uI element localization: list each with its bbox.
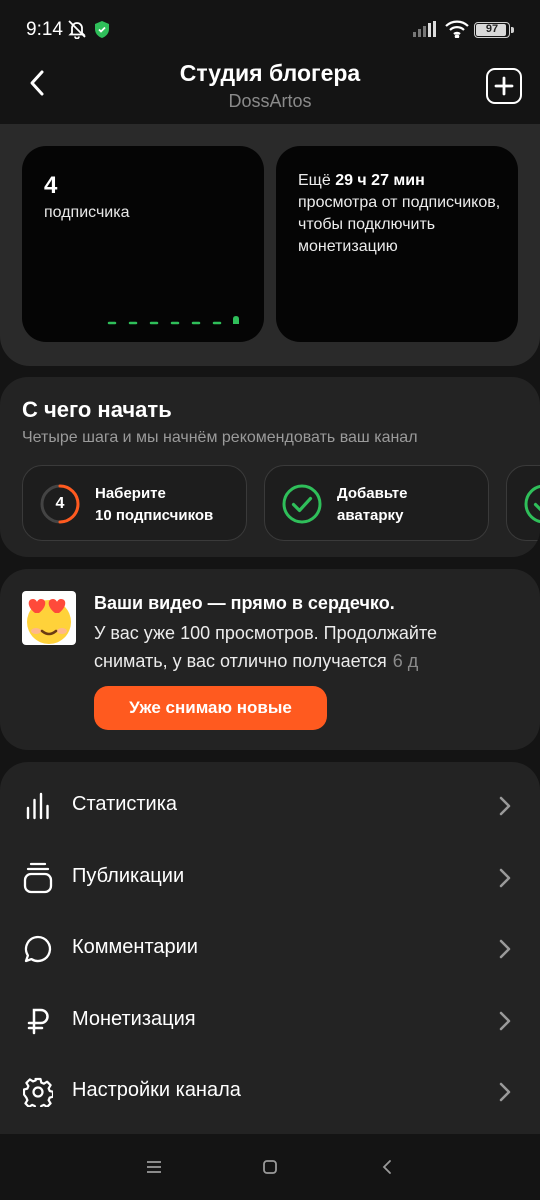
channel-name: DossArtos <box>228 91 312 111</box>
shield-icon <box>94 21 110 43</box>
subscribers-count: 4 <box>44 172 58 199</box>
menu-label: Публикации <box>72 865 185 887</box>
check-circle-icon <box>282 484 322 524</box>
step-label-line1: Наберите <box>95 485 166 502</box>
menu-label: Монетизация <box>72 1008 196 1030</box>
status-time: 9:14 <box>26 19 63 40</box>
monetization-remaining: 29 ч 27 мин <box>335 172 425 189</box>
page-title: Студия блогера <box>179 60 361 86</box>
comment-icon <box>22 933 54 965</box>
menu-item-publications[interactable]: Публикации <box>0 843 540 913</box>
monetization-suffix: просмотра от подписчиков, чтобы подключи… <box>298 194 501 255</box>
back-nav-icon[interactable] <box>382 1159 392 1175</box>
system-nav-bar <box>0 1134 540 1200</box>
step-label: Добавьте аватарку <box>337 483 407 527</box>
top-bar: Студия блогера DossArtos <box>0 58 540 124</box>
menu-label: Статистика <box>72 793 178 815</box>
step-label-line1: Добавьте <box>337 485 408 502</box>
monetization-card[interactable]: Ещё 29 ч 27 мин просмотра от подписчиков… <box>276 146 518 342</box>
subscribers-sparkline <box>107 316 239 325</box>
start-filming-button[interactable]: Уже снимаю новые <box>94 686 327 730</box>
bar-chart-icon <box>22 790 54 822</box>
step-badge: 4 <box>55 495 65 512</box>
step-card-subscribers[interactable]: 4 Наберите 10 подписчиков <box>22 465 247 541</box>
chevron-right-icon <box>499 796 511 816</box>
step-label-line2: 10 подписчиков <box>95 507 214 524</box>
stack-icon <box>22 862 54 894</box>
gear-icon <box>22 1076 54 1108</box>
notification-text: У вас уже 100 просмотров. Продолжайте сн… <box>94 623 438 671</box>
chevron-right-icon <box>499 868 511 888</box>
section-subtitle: Четыре шага и мы начнём рекомендовать ва… <box>22 429 418 446</box>
plus-icon <box>494 76 514 96</box>
menu-label: Комментарии <box>72 936 198 958</box>
battery-level: 97 <box>485 23 499 35</box>
battery-icon: 97 <box>474 22 514 38</box>
menu-item-channel-settings[interactable]: Настройки канала <box>0 1057 540 1127</box>
menu-item-statistics[interactable]: Статистика <box>0 771 540 841</box>
getting-started-section: С чего начать Четыре шага и мы начнём ре… <box>0 377 540 557</box>
chevron-right-icon <box>499 939 511 959</box>
add-button[interactable] <box>486 68 522 104</box>
signal-icon <box>413 21 437 42</box>
step-label-line2: аватарку <box>337 507 404 524</box>
step-card-avatar[interactable]: Добавьте аватарку <box>264 465 489 541</box>
stats-panel: 4 подписчика Ещё 29 ч 27 мин просмотра о… <box>0 124 540 366</box>
wifi-icon <box>445 20 469 43</box>
notification-body: У вас уже 100 просмотров. Продолжайте сн… <box>94 619 514 675</box>
menu-item-monetization[interactable]: Монетизация <box>0 986 540 1056</box>
monetization-text: Ещё 29 ч 27 мин просмотра от подписчиков… <box>298 170 502 258</box>
step-card-next[interactable] <box>506 465 540 541</box>
check-circle-icon <box>524 484 540 524</box>
step-label: Наберите 10 подписчиков <box>95 483 213 527</box>
notification-card: Ваши видео — прямо в сердечко. У вас уже… <box>0 569 540 750</box>
subscribers-label: подписчика <box>44 204 130 221</box>
studio-menu: Статистика Публикации Комментарии Монети… <box>0 762 540 1134</box>
ruble-icon <box>22 1005 54 1037</box>
notification-time: 6 д <box>392 651 419 671</box>
recent-apps-icon[interactable] <box>146 1160 162 1174</box>
subscribers-card[interactable]: 4 подписчика <box>22 146 264 342</box>
bell-off-icon <box>67 19 87 44</box>
chevron-right-icon <box>499 1011 511 1031</box>
heart-eyes-emoji-icon <box>22 591 76 645</box>
section-title: С чего начать <box>22 397 172 422</box>
menu-item-comments[interactable]: Комментарии <box>0 914 540 984</box>
notification-title: Ваши видео — прямо в сердечко. <box>94 593 395 613</box>
menu-label: Настройки канала <box>72 1079 241 1101</box>
monetization-prefix: Ещё <box>298 172 336 189</box>
chevron-right-icon <box>499 1082 511 1102</box>
status-bar: 9:14 97 <box>0 0 540 58</box>
home-icon[interactable] <box>263 1160 277 1174</box>
